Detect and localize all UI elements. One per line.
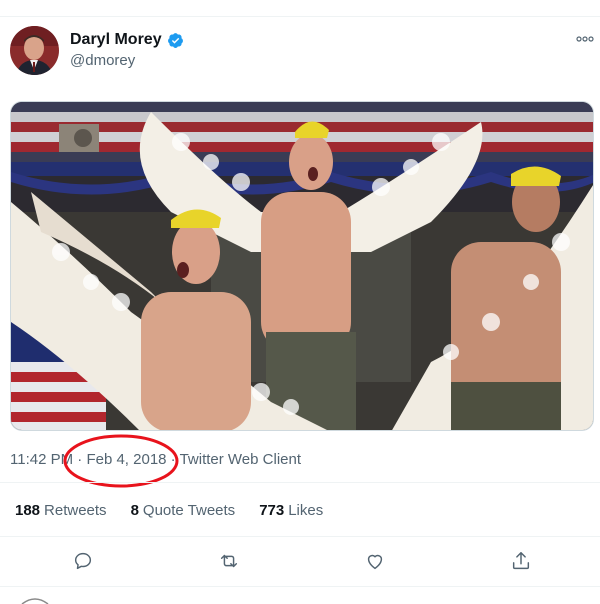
- reply-button[interactable]: [71, 549, 95, 573]
- like-icon: [367, 554, 383, 570]
- tweet-time[interactable]: 11:42 PM: [10, 451, 73, 468]
- quote-tweets-stat[interactable]: 8 Quote Tweets: [131, 502, 236, 519]
- reply-icon: [74, 552, 92, 570]
- author-handle[interactable]: @dmorey: [70, 52, 135, 69]
- tweet-source[interactable]: Twitter Web Client: [180, 451, 301, 468]
- tweet-stats: 188 Retweets 8 Quote Tweets 773 Likes: [15, 502, 323, 519]
- retweet-button[interactable]: [217, 549, 241, 573]
- tweet-photo-icon: [11, 102, 593, 430]
- quote-tweets-label: Quote Tweets: [142, 502, 236, 519]
- actions-bottom-divider: [0, 586, 600, 587]
- retweet-icon: [220, 554, 238, 568]
- retweets-count: 188: [15, 502, 41, 519]
- retweets-stat[interactable]: 188 Retweets: [15, 502, 107, 519]
- likes-count: 773: [259, 502, 285, 519]
- next-item-avatar-icon: [21, 598, 49, 604]
- profile-avatar[interactable]: [10, 26, 59, 75]
- quote-tweets-count: 8: [130, 502, 139, 519]
- actions-top-divider: [0, 536, 600, 537]
- verified-badge-icon: [167, 32, 183, 48]
- stats-top-divider: [0, 482, 600, 483]
- retweets-label: Retweets: [44, 502, 107, 519]
- top-divider: [0, 16, 600, 17]
- avatar-photo-icon: [10, 26, 59, 75]
- tweet-actions: [0, 549, 600, 573]
- tweet-timestamp-line: 11:42 PM · Feb 4, 2018 · Twitter Web Cli…: [10, 451, 301, 468]
- tweet-date[interactable]: Feb 4, 2018: [86, 451, 166, 468]
- more-options-icon[interactable]: [575, 34, 595, 44]
- author-name[interactable]: Daryl Morey: [70, 31, 162, 49]
- likes-label: Likes: [288, 502, 324, 519]
- share-button[interactable]: [509, 549, 533, 573]
- meta-separator: ·: [77, 451, 83, 468]
- author-name-row[interactable]: Daryl Morey: [70, 31, 184, 49]
- likes-stat[interactable]: 773 Likes: [259, 502, 323, 519]
- share-icon: [512, 552, 530, 570]
- like-button[interactable]: [363, 549, 387, 573]
- meta-separator: ·: [170, 451, 176, 468]
- tweet-media[interactable]: [10, 101, 594, 431]
